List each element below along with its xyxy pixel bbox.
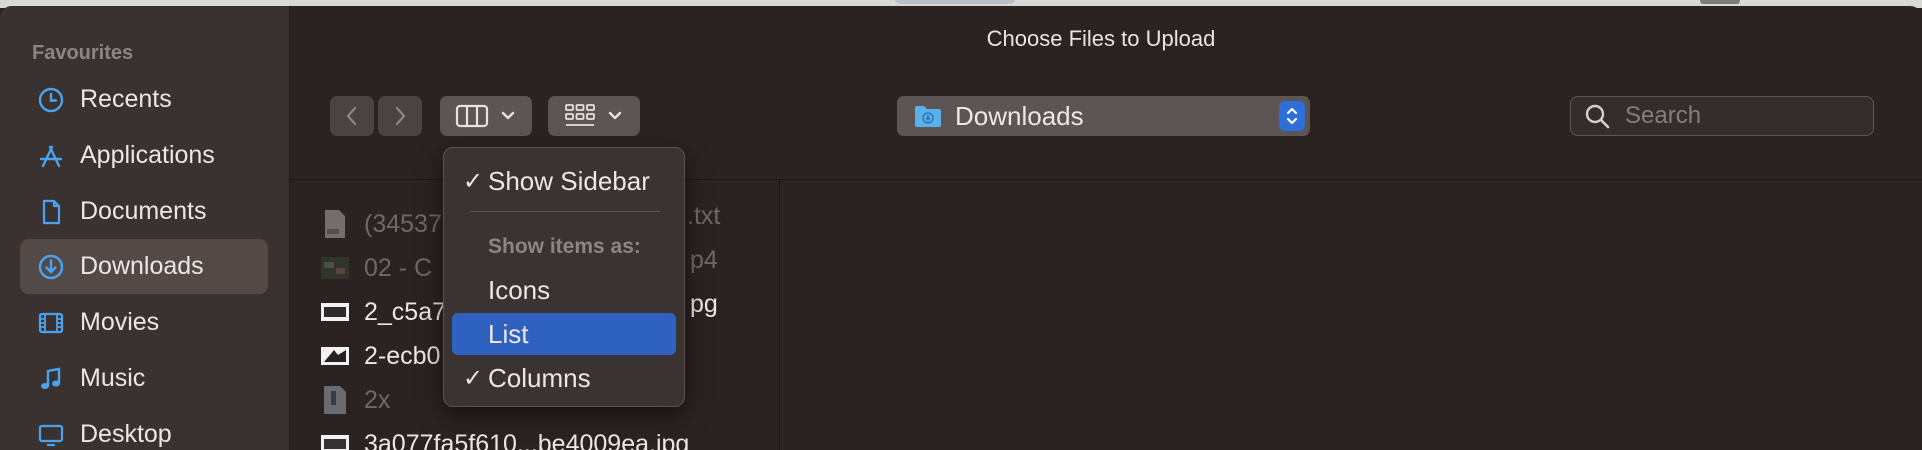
file-name: (34537 (364, 209, 442, 238)
file-row[interactable]: 2_c5a7 (320, 290, 446, 334)
file-name: 2x (364, 385, 391, 414)
menu-item-show-sidebar[interactable]: ✓ Show Sidebar (452, 160, 676, 202)
location-stepper[interactable] (1279, 101, 1305, 131)
sidebar-item-downloads[interactable]: Downloads (20, 239, 268, 294)
chevron-right-icon (395, 106, 406, 126)
video-file-icon (320, 253, 350, 283)
file-name-suffix: .txt (687, 202, 721, 230)
background-logo (895, 0, 1015, 4)
menu-item-label: Icons (488, 274, 551, 305)
music-note-icon (36, 364, 66, 394)
chevron-down-icon (501, 111, 515, 120)
columns-view-icon (455, 104, 489, 128)
sidebar-item-label: Recents (80, 85, 172, 113)
sidebar-item-label: Downloads (80, 252, 204, 280)
sidebar-item-applications[interactable]: Applications (20, 128, 268, 183)
sidebar-item-label: Applications (80, 141, 215, 169)
grid-icon (565, 104, 595, 126)
image-file-icon (320, 429, 350, 450)
menu-header-label: Show items as: (488, 235, 641, 258)
menu-item-icons[interactable]: Icons (452, 269, 676, 311)
file-name: 2_c5a7 (364, 297, 447, 326)
download-icon (36, 252, 66, 282)
file-name-suffix: pg (690, 290, 718, 318)
sidebar-item-label: Desktop (80, 420, 172, 448)
column-separator (779, 180, 780, 450)
file-name: 02 - C (364, 253, 433, 282)
view-options-button[interactable] (440, 96, 532, 136)
up-down-chevron-icon (1286, 107, 1298, 125)
image-file-icon (320, 297, 350, 327)
chevron-down-icon (608, 111, 622, 120)
file-name: 2-ecb0 (364, 341, 441, 370)
forward-button[interactable] (378, 96, 422, 136)
sidebar-item-label: Movies (80, 308, 160, 336)
location-popup[interactable]: Downloads (897, 96, 1310, 136)
menu-item-label: Show Sidebar (488, 165, 650, 196)
search-field[interactable]: Search (1570, 96, 1874, 136)
applications-icon (36, 141, 66, 171)
group-options-button[interactable] (548, 96, 640, 136)
document-icon (36, 197, 66, 227)
chevron-left-icon (346, 106, 357, 126)
film-icon (36, 308, 66, 338)
checkmark-icon: ✓ (462, 167, 484, 195)
menu-separator (470, 211, 660, 212)
menu-section-header: Show items as: (452, 226, 676, 268)
clock-icon (36, 85, 66, 115)
menu-item-label: Columns (488, 362, 591, 393)
file-chooser-dialog: Favourites Recents Applications Document… (0, 6, 1922, 450)
back-button[interactable] (330, 96, 374, 136)
search-icon (1585, 104, 1610, 129)
image-file-icon (320, 341, 350, 371)
desktop-icon (36, 420, 66, 450)
sidebar-item-label: Documents (80, 197, 207, 225)
background-control (1700, 0, 1740, 4)
archive-file-icon (320, 385, 350, 415)
menu-item-list[interactable]: List (452, 313, 676, 355)
view-options-menu: ✓ Show Sidebar Show items as: Icons List… (443, 147, 685, 407)
file-row[interactable]: 2x (320, 378, 390, 422)
sidebar-section-favourites: Favourites (32, 42, 134, 64)
file-row[interactable]: 02 - C (320, 246, 432, 290)
sidebar-item-music[interactable]: Music (20, 351, 268, 406)
text-file-icon (320, 209, 350, 239)
sidebar-item-movies[interactable]: Movies (20, 295, 268, 350)
downloads-folder-icon (915, 106, 941, 127)
sidebar-item-label: Music (80, 364, 146, 392)
sidebar-item-recents[interactable]: Recents (20, 72, 268, 127)
file-row[interactable]: 2-ecb0 (320, 334, 440, 378)
file-name: 3a077fa5f610...be4009ea.jpg (364, 429, 690, 450)
menu-item-columns[interactable]: ✓ Columns (452, 357, 676, 399)
file-row[interactable]: (34537 (320, 202, 442, 246)
sidebar-item-documents[interactable]: Documents (20, 184, 268, 239)
file-name-suffix: p4 (690, 246, 718, 274)
sidebar-item-desktop[interactable]: Desktop (20, 407, 268, 450)
checkmark-icon: ✓ (462, 364, 484, 392)
menu-item-label: List (488, 318, 529, 349)
file-row[interactable]: 3a077fa5f610...be4009ea.jpg (320, 422, 689, 450)
location-label: Downloads (955, 100, 1084, 131)
sidebar: Favourites Recents Applications Document… (0, 6, 290, 450)
search-placeholder: Search (1625, 102, 1702, 129)
dialog-title: Choose Files to Upload (986, 26, 1216, 51)
